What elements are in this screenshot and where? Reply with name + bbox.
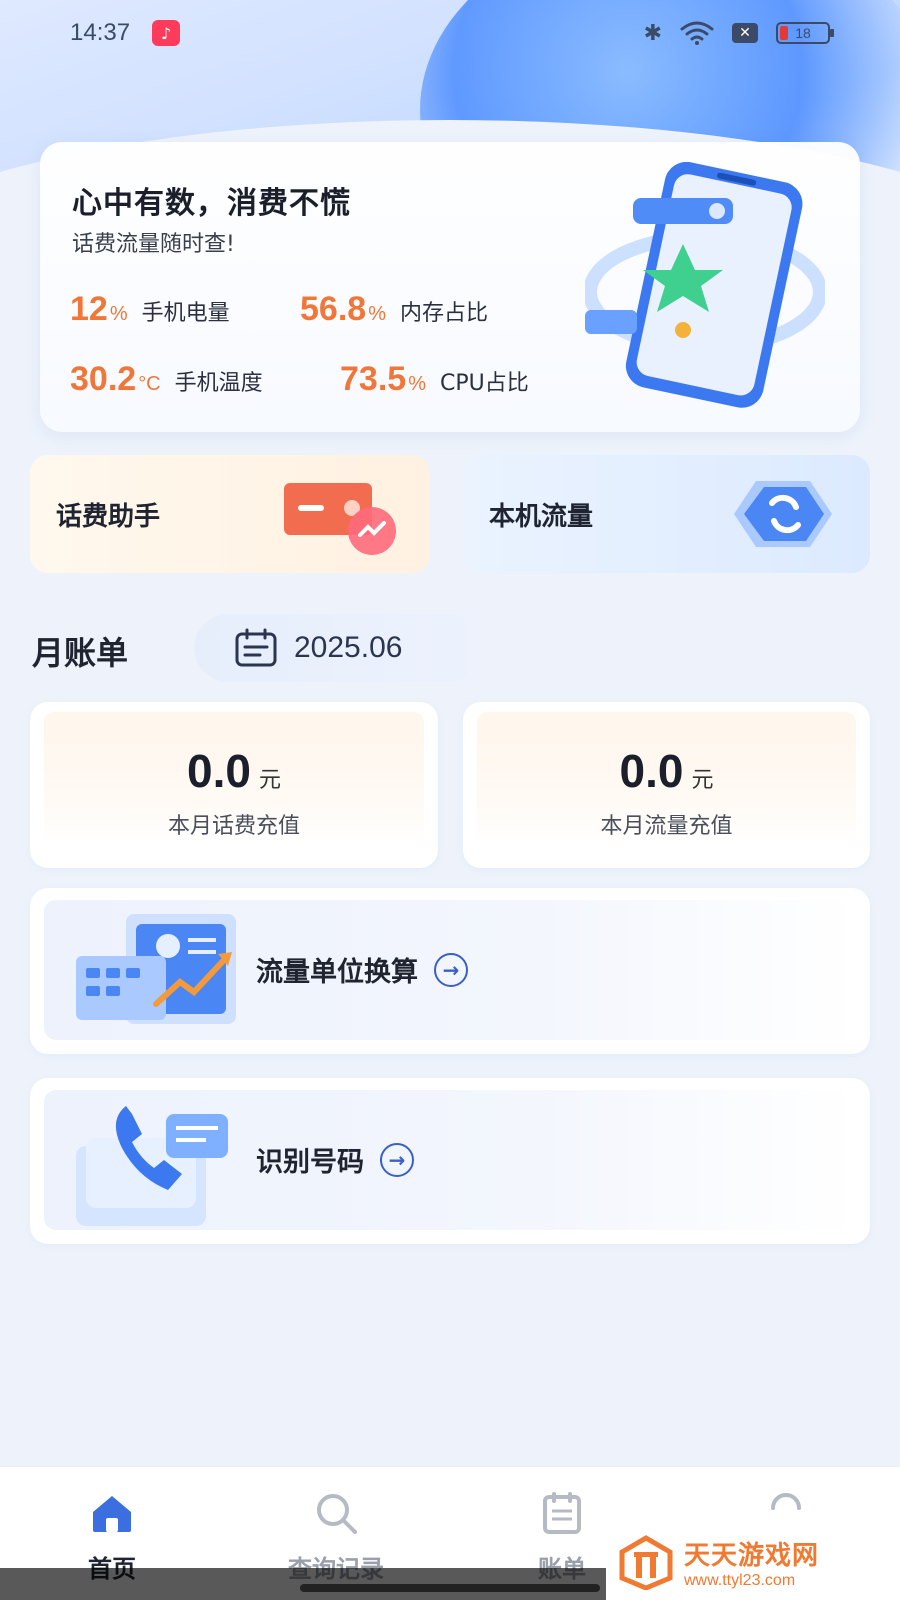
data-unit-converter-card[interactable]: 流量单位换算 → [30,888,870,1054]
amount-value: 0.0 [187,745,251,797]
card-chart-icon [284,483,396,555]
watermark-name: 天天游戏网 [684,1540,820,1571]
refresh-badge-icon [734,481,832,547]
stat-unit: °C [138,373,161,395]
hero-title: 心中有数，消费不慌 [72,186,351,221]
hero-subtitle: 话费流量随时查! [72,232,235,257]
data-recharge-card[interactable]: 0.0 元 本月流量充值 [463,702,870,868]
feature-label: 流量单位换算 → [256,950,468,989]
music-app-icon: ♪ [152,20,181,46]
battery-level: 18 [795,25,811,41]
search-icon [317,1494,357,1534]
arrow-circle-icon[interactable]: → [434,952,468,987]
bill-amount: 0.0 元 [30,744,438,798]
battery-icon: 18 [776,22,834,44]
wifi-icon [680,21,714,45]
monthly-bill-title: 月账单 [32,634,129,672]
bill-amount: 0.0 元 [463,744,870,798]
stat-label: CPU占比 [439,371,529,396]
stat-label: 内存占比 [399,301,488,326]
stat-unit: % [368,303,386,325]
local-data-tile[interactable]: 本机流量 [463,455,870,573]
phone-star-illustration [585,162,825,408]
stat-battery: 12 % 手机电量 [70,290,230,329]
arrow-circle-icon[interactable]: → [380,1142,414,1177]
number-identification-card[interactable]: 识别号码 → [30,1078,870,1244]
stat-label: 手机温度 [174,371,263,396]
amount-value: 0.0 [619,745,684,797]
stat-cpu: 73.5 % CPU占比 [340,360,529,399]
feature-title: 流量单位换算 [256,957,418,988]
stat-label: 手机电量 [141,301,230,326]
calculator-chart-icon [76,914,236,1024]
stat-value: 30.2 [70,360,137,398]
feature-label: 识别号码 → [256,1140,414,1179]
month-picker[interactable]: 2025.06 [194,614,482,682]
status-bar: 14:37 ♪ ✱ ✕ 18 [0,0,900,66]
bill-icon [543,1492,581,1534]
watermark-url: www.ttyl23.com [684,1571,796,1589]
tile-label: 话费助手 [56,501,161,532]
calendar-icon [235,628,277,667]
phone-bill-recharge-card[interactable]: 0.0 元 本月话费充值 [30,702,438,868]
stat-value: 12 [70,290,108,328]
home-indicator[interactable] [300,1584,600,1592]
stat-memory: 56.8 % 内存占比 [300,290,488,329]
sim-off-icon: ✕ [732,23,758,43]
phone-bill-assistant-tile[interactable]: 话费助手 [30,455,430,573]
stat-temperature: 30.2 °C 手机温度 [70,360,263,399]
stat-unit: % [109,303,128,325]
feature-title: 识别号码 [256,1147,364,1178]
bluetooth-icon: ✱ [643,20,662,46]
amount-unit: 元 [691,768,714,793]
watermark-logo-icon [619,1535,673,1590]
status-time: 14:37 [70,19,131,46]
amount-unit: 元 [258,768,281,793]
selected-month: 2025.06 [294,631,403,664]
stat-value: 73.5 [340,360,407,398]
home-icon [93,1496,131,1532]
stat-unit: % [408,373,426,395]
bill-label: 本月流量充值 [600,814,733,839]
stat-value: 56.8 [300,290,367,328]
status-icons: ✱ ✕ 18 [643,20,834,46]
bill-label: 本月话费充值 [167,814,300,839]
site-watermark: 天天游戏网 www.ttyl23.com [618,1524,900,1600]
tile-label: 本机流量 [489,501,594,532]
phone-message-icon [76,1106,228,1226]
